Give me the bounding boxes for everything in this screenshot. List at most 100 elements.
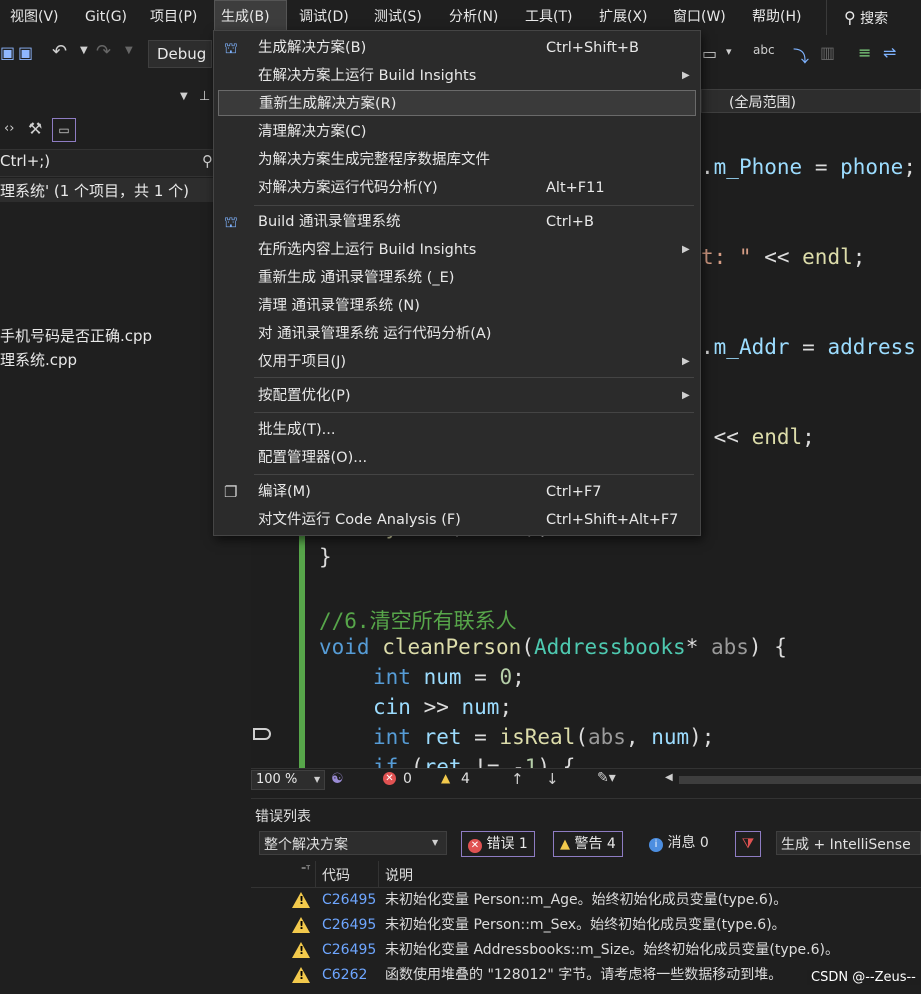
undo-icon[interactable]: ↶ <box>52 41 67 62</box>
zoom-select[interactable]: 100 % ▼ <box>251 770 325 790</box>
code-comment: //6.清空所有联系人 <box>319 609 517 633</box>
toolbar-dropdown-icon[interactable]: ▾ <box>726 45 732 58</box>
cleanup-icon[interactable]: ✎▾ <box>597 770 616 786</box>
menu-item-build-solution[interactable]: ⛫ 生成解决方案(B) Ctrl+Shift+B <box>218 35 696 61</box>
menu-item-shortcut: Ctrl+Shift+Alt+F7 <box>546 512 679 528</box>
column-header-description[interactable]: 说明 <box>385 865 413 885</box>
menu-item-label: 对文件运行 Code Analysis (F) <box>258 512 461 528</box>
save-all-icon[interactable]: ▣ <box>18 43 33 62</box>
menu-item-compile[interactable]: ❐ 编译(M) Ctrl+F7 <box>218 479 696 505</box>
menu-item-build-insights-selection[interactable]: 在所选内容上运行 Build Insights ▶ <box>218 237 696 263</box>
warnings-filter-button[interactable]: ▲ 警告 4 <box>553 831 623 857</box>
code-line: cin >> num; <box>373 695 513 719</box>
menu-item-configuration-manager[interactable]: 配置管理器(O)... <box>218 445 696 471</box>
code-view-icon[interactable]: ‹› <box>4 121 14 136</box>
error-row[interactable]: C26495 未初始化变量 Person::m_Age。始终初始化成员变量(ty… <box>251 888 921 913</box>
redo-icon[interactable]: ↷ <box>96 41 111 62</box>
error-code-link[interactable]: C6262 <box>322 963 367 988</box>
error-code-link[interactable]: C26495 <box>322 913 376 938</box>
search-button[interactable]: ⚲ 搜索 <box>838 0 894 35</box>
source-select[interactable]: 生成 + IntelliSense <box>776 831 921 855</box>
error-row[interactable]: C26495 未初始化变量 Addressbooks::m_Size。始终初始化… <box>251 938 921 963</box>
bookmark-icon[interactable]: ▥ <box>820 43 835 62</box>
configuration-select[interactable]: Debug <box>148 40 212 68</box>
menu-item-generate-pdb[interactable]: 为解决方案生成完整程序数据库文件 <box>218 147 696 173</box>
sort-icon[interactable]: ⁼ᵀ <box>301 865 310 876</box>
menu-item-label: 生成解决方案(B) <box>258 40 367 56</box>
code-line: int ret = isReal(abs, num); <box>373 725 715 749</box>
warning-icon <box>292 967 310 983</box>
scope-filter-select[interactable]: 整个解决方案 ▼ <box>259 831 447 855</box>
menu-item-build-insights-solution[interactable]: 在解决方案上运行 Build Insights ▶ <box>218 63 696 89</box>
menu-item-batch-build[interactable]: 批生成(T)... <box>218 417 696 443</box>
uncomment-icon[interactable]: ⇌ <box>883 43 896 62</box>
solution-node[interactable]: 理系统' (1 个项目，共 1 个) <box>0 178 240 202</box>
menu-project[interactable]: 项目(P) <box>144 0 203 35</box>
menu-help[interactable]: 帮助(H) <box>746 0 807 35</box>
code-line: .m_Phone = phone; <box>701 155 916 179</box>
build-solution-icon: ⛫ <box>224 39 238 57</box>
menu-view[interactable]: 视图(V) <box>4 0 65 35</box>
scroll-left-icon[interactable]: ◀ <box>665 772 673 783</box>
error-count[interactable]: 0 <box>403 771 412 787</box>
panel-dropdown-icon[interactable]: ▼ <box>180 91 188 102</box>
zoom-label: 100 % <box>256 772 298 787</box>
next-issue-icon[interactable]: ↓ <box>546 770 559 788</box>
scope-select[interactable]: (全局范围) <box>701 89 921 113</box>
menu-item-clean-solution[interactable]: 清理解决方案(C) <box>218 119 696 145</box>
warning-count[interactable]: 4 <box>461 771 470 787</box>
file-item[interactable]: 理系统.cpp <box>0 349 77 370</box>
menu-item-project-only[interactable]: 仅用于项目(J) ▶ <box>218 349 696 375</box>
undo-dropdown-icon[interactable]: ▼ <box>80 45 88 56</box>
health-icon[interactable]: ☯ <box>331 771 344 787</box>
prev-issue-icon[interactable]: ↑ <box>511 770 524 788</box>
warning-icon <box>292 892 310 908</box>
menu-item-rebuild-solution[interactable]: 重新生成解决方案(R) <box>218 90 696 116</box>
menu-git[interactable]: Git(G) <box>79 0 133 35</box>
error-list-title: 错误列表 <box>255 809 311 825</box>
code-line: .m_Addr = address <box>701 335 916 359</box>
preview-toggle-icon[interactable]: ▭ <box>52 118 76 142</box>
errors-filter-button[interactable]: ✕ 错误 1 <box>461 831 535 857</box>
redo-dropdown-icon[interactable]: ▼ <box>125 45 133 56</box>
menu-item-shortcut: Alt+F11 <box>546 180 605 196</box>
save-icon[interactable]: ▣ <box>0 43 15 62</box>
menu-item-build-project[interactable]: ⛫ Build 通讯录管理系统 Ctrl+B <box>218 209 696 235</box>
menu-item-rebuild-project[interactable]: 重新生成 通讯录管理系统 (_E) <box>218 265 696 291</box>
error-icon: ✕ <box>383 772 396 785</box>
messages-filter-button[interactable]: i 消息 0 <box>649 831 709 857</box>
messages-filter-label: 消息 0 <box>667 835 709 851</box>
submenu-arrow-icon: ▶ <box>682 390 690 401</box>
search-solution-input[interactable]: Ctrl+;) ⚲ <box>0 149 225 177</box>
error-code-link[interactable]: C26495 <box>322 888 376 913</box>
horizontal-scrollbar[interactable] <box>679 776 921 784</box>
error-description: 未初始化变量 Addressbooks::m_Size。始终初始化成员变量(ty… <box>385 942 839 958</box>
warning-icon: ▲ <box>560 837 570 852</box>
wrench-icon[interactable]: ⚒ <box>28 119 42 138</box>
build-menu-dropdown: ⛫ 生成解决方案(B) Ctrl+Shift+B 在解决方案上运行 Build … <box>213 30 701 536</box>
breakpoint-margin-icon[interactable] <box>253 728 271 740</box>
menu-item-pgo[interactable]: 按配置优化(P) ▶ <box>218 383 696 409</box>
comment-icon[interactable]: ≡ <box>858 43 871 62</box>
menu-item-run-code-analysis-solution[interactable]: 对解决方案运行代码分析(Y) Alt+F11 <box>218 175 696 201</box>
menu-item-run-code-analysis-file[interactable]: 对文件运行 Code Analysis (F) Ctrl+Shift+Alt+F… <box>218 507 696 533</box>
toolbar-tool-icon[interactable]: ▭ <box>702 44 717 63</box>
menu-item-label: 批生成(T)... <box>258 422 336 438</box>
pin-icon[interactable]: ⊥ <box>199 89 210 104</box>
warnings-filter-label: 警告 4 <box>574 836 616 852</box>
spellcheck-icon[interactable]: abc <box>753 43 775 57</box>
error-row[interactable]: C26495 未初始化变量 Person::m_Sex。始终初始化成员变量(ty… <box>251 913 921 938</box>
chevron-down-icon: ▼ <box>432 838 439 847</box>
warning-icon <box>292 917 310 933</box>
error-code-link[interactable]: C26495 <box>322 938 376 963</box>
menu-item-run-code-analysis-project[interactable]: 对 通讯录管理系统 运行代码分析(A) <box>218 321 696 347</box>
step-icon[interactable]: ⤵ <box>793 43 809 67</box>
code-line: if (ret != -1) { <box>373 755 576 768</box>
code-line: << endl; <box>701 425 815 449</box>
menu-item-clean-project[interactable]: 清理 通讯录管理系统 (N) <box>218 293 696 319</box>
search-label: 搜索 <box>860 11 889 27</box>
file-item[interactable]: 手机号码是否正确.cpp <box>0 325 152 346</box>
source-select-label: 生成 + IntelliSense <box>781 837 911 853</box>
filter-icon[interactable]: ⧩ <box>735 831 761 857</box>
column-header-code[interactable]: 代码 <box>322 865 350 885</box>
